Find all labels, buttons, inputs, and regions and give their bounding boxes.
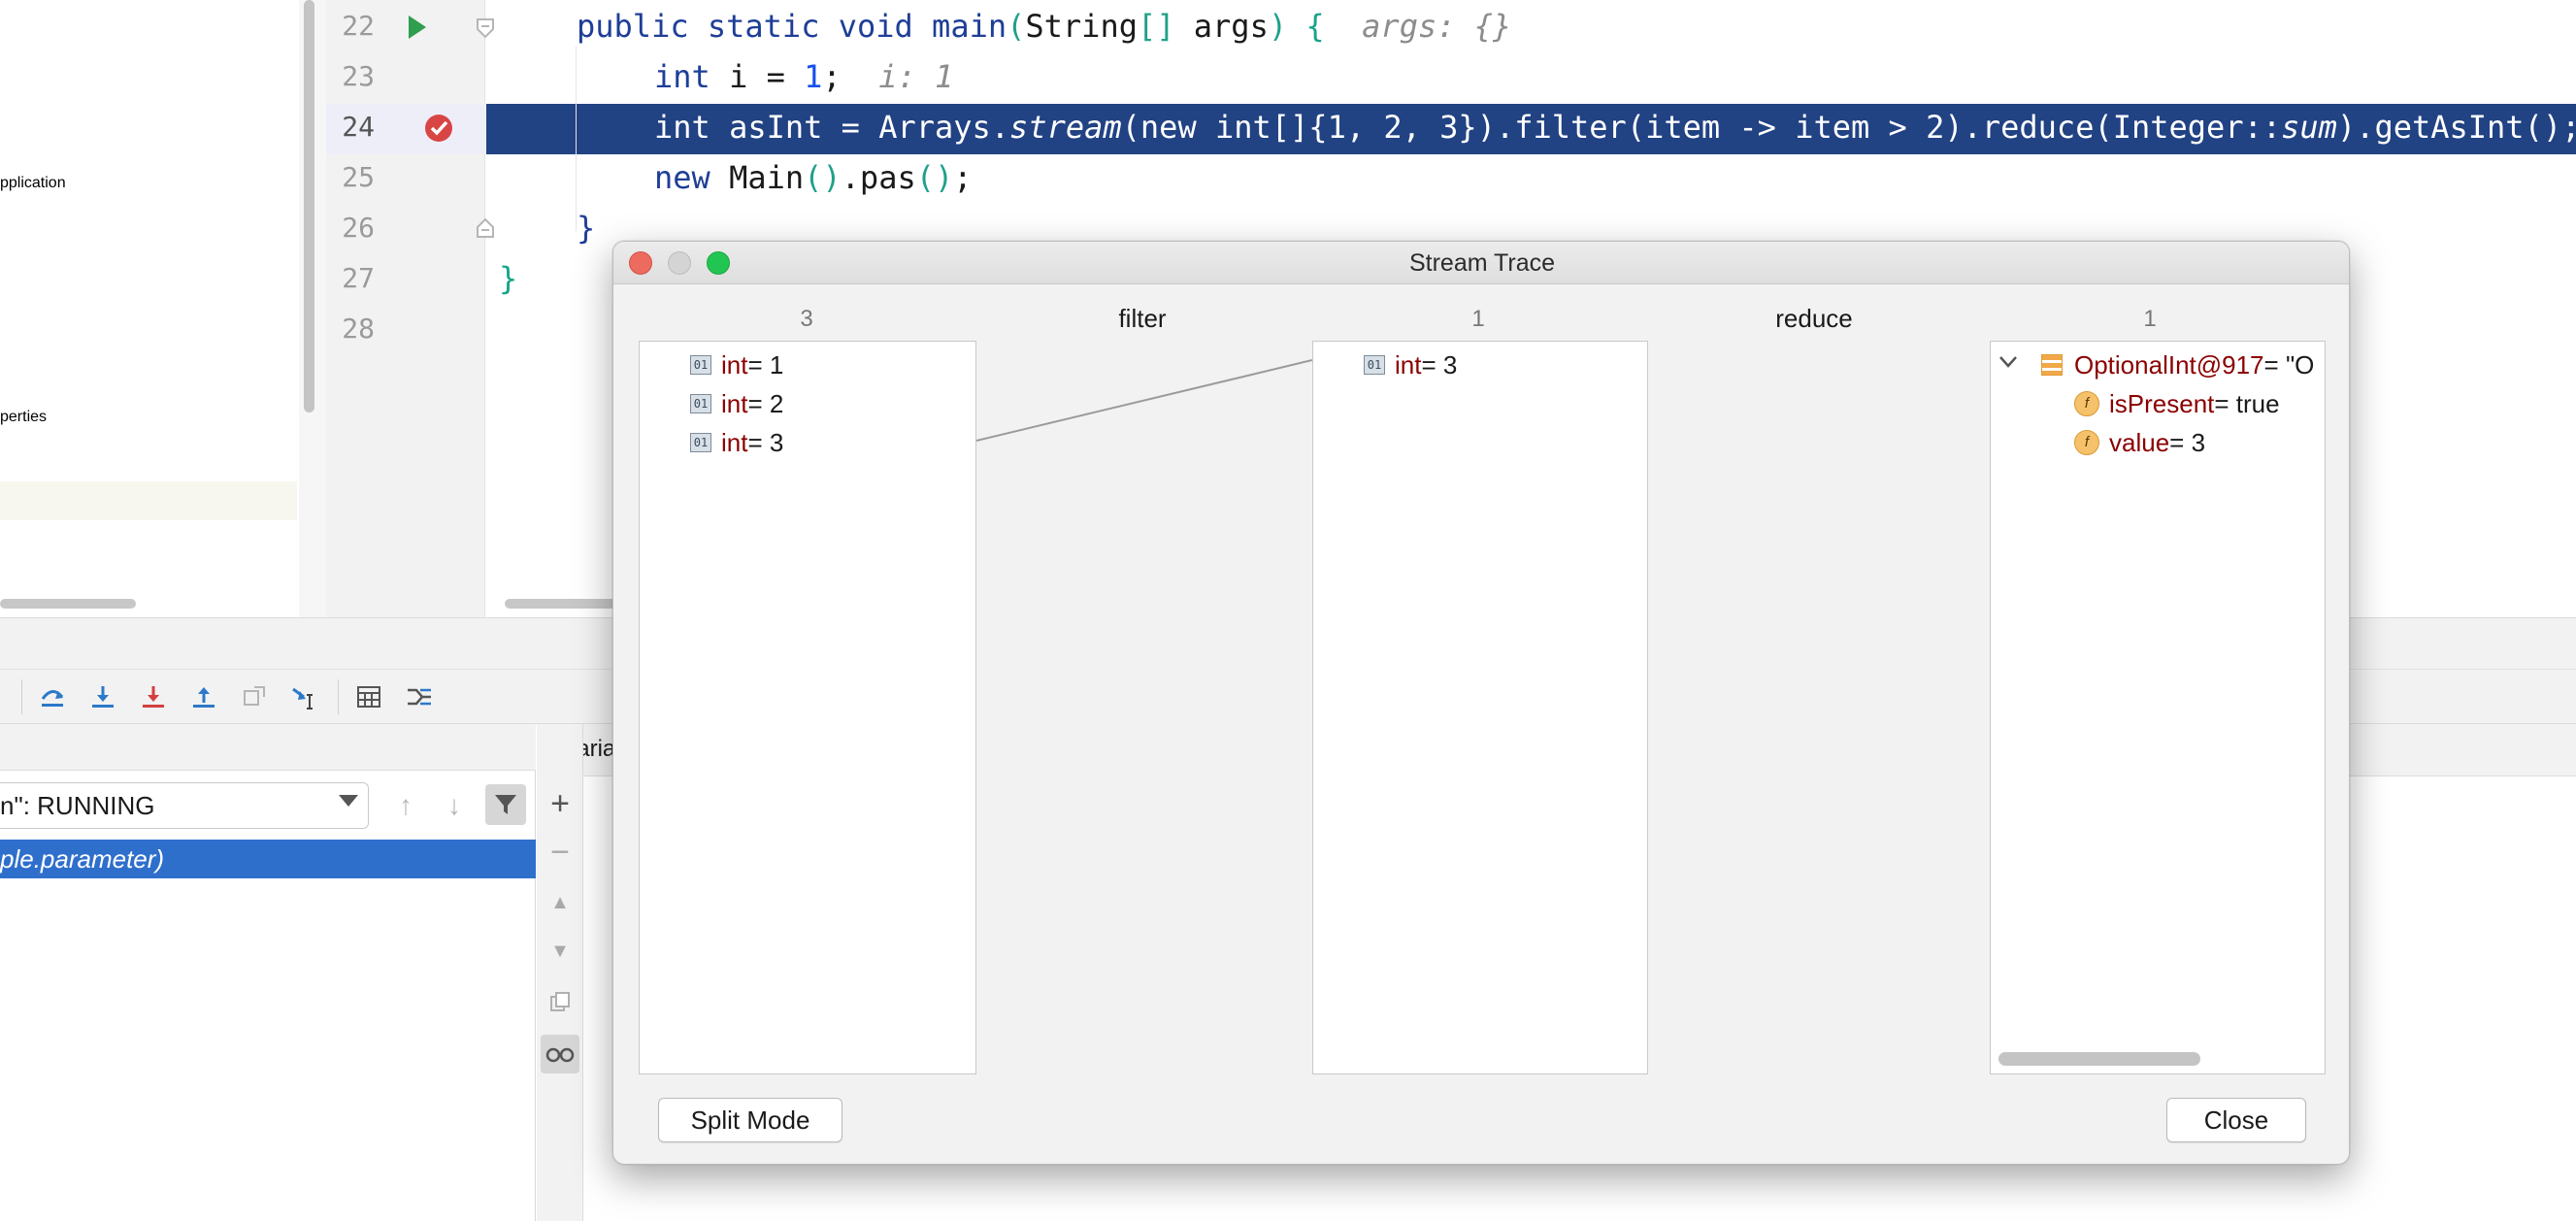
tree-vertical-scroll-thumb[interactable] [304, 0, 314, 412]
tree-node-field[interactable]: f value = 3 [2074, 427, 2205, 458]
source-count: 3 [800, 306, 813, 332]
selected-stack-frame[interactable]: ple.parameter) [0, 840, 536, 878]
line-number: 24 [342, 111, 375, 143]
line-number: 25 [342, 161, 375, 193]
move-up-icon[interactable]: ▲ [541, 883, 579, 922]
split-mode-button[interactable]: Split Mode [658, 1098, 842, 1142]
fold-icon[interactable] [476, 17, 495, 39]
code-line-26[interactable]: } [577, 210, 595, 247]
arrow-down-icon[interactable]: ↓ [435, 786, 474, 825]
filter-frames-button[interactable] [485, 784, 526, 825]
tree-horizontal-scroll-thumb[interactable] [0, 599, 136, 609]
inline-debug-value: i: 1 [841, 58, 954, 95]
list-item[interactable]: 01 int = 3 [1364, 349, 1457, 380]
list-item[interactable]: 01 int = 1 [690, 349, 783, 380]
code-line-25[interactable]: new Main().pas(); [654, 159, 973, 196]
editor-gutter [326, 0, 485, 617]
line-number: 22 [342, 10, 375, 42]
tree-item-properties[interactable]: perties [0, 409, 47, 426]
move-down-icon[interactable]: ▼ [541, 932, 579, 971]
result-panel[interactable]: OptionalInt@917 = "O f isPresent = true f… [1990, 341, 2326, 1074]
field-icon: f [2074, 430, 2099, 455]
primitive-type-icon: 01 [690, 433, 711, 452]
dialog-title: Stream Trace [1408, 249, 1556, 277]
tree-item-application[interactable]: pplication [0, 175, 66, 192]
primitive-type-icon: 01 [1364, 355, 1385, 375]
run-icon[interactable] [406, 14, 429, 41]
editor-horizontal-scroll-thumb[interactable] [505, 599, 621, 609]
primitive-type-icon: 01 [690, 394, 711, 413]
code-line-23[interactable]: int i = 1; i: 1 [654, 58, 953, 95]
remove-watch-icon[interactable]: − [541, 833, 579, 872]
close-button[interactable]: Close [2166, 1098, 2306, 1142]
operation-filter: filter [1118, 304, 1167, 333]
field-icon: f [2074, 391, 2099, 416]
stream-trace-dialog: Stream Trace 3 filter 1 reduce 1 01 int =… [612, 241, 2350, 1165]
filter-icon [495, 795, 516, 814]
window-zoom-button[interactable] [707, 251, 730, 275]
tree-node-root[interactable]: OptionalInt@917 = "O [2041, 349, 2314, 380]
chevron-down-icon[interactable] [1998, 355, 2018, 369]
inline-debug-value: args: {} [1324, 8, 1512, 45]
line-number: 27 [342, 262, 375, 294]
line-number: 23 [342, 60, 375, 92]
line-number: 28 [342, 313, 375, 345]
evaluate-expression-icon[interactable] [351, 679, 386, 714]
trace-connection-line [976, 359, 1312, 442]
result-horizontal-scroll-thumb[interactable] [1998, 1052, 2200, 1066]
force-step-into-icon[interactable] [136, 679, 171, 714]
add-watch-icon[interactable]: + [541, 784, 579, 823]
source-values-panel[interactable]: 01 int = 1 01 int = 2 01 int = 3 [639, 341, 976, 1074]
breakpoint-icon[interactable] [423, 113, 454, 144]
filtered-values-panel[interactable]: 01 int = 3 [1312, 341, 1648, 1074]
chevron-down-icon [339, 795, 358, 807]
code-line-27[interactable]: } [499, 260, 517, 297]
glasses-icon[interactable] [541, 1035, 579, 1073]
toolbar-separator [21, 679, 22, 714]
run-to-cursor-icon[interactable] [287, 679, 322, 714]
list-item[interactable]: 01 int = 2 [690, 388, 783, 419]
indent-guide [576, 47, 577, 231]
arrow-up-icon[interactable]: ↑ [386, 786, 425, 825]
trace-stream-icon[interactable] [402, 679, 437, 714]
tree-selected-row[interactable] [0, 481, 297, 520]
object-icon [2041, 354, 2063, 376]
step-out-icon[interactable] [186, 679, 221, 714]
code-line-22[interactable]: public static void main(String[] args) {… [577, 8, 1511, 45]
primitive-type-icon: 01 [690, 355, 711, 375]
step-over-icon[interactable] [35, 679, 70, 714]
code-line-24[interactable]: int asInt = Arrays.stream(new int[]{1, 2… [654, 109, 2576, 146]
tree-node-field[interactable]: f isPresent = true [2074, 388, 2280, 419]
window-close-button[interactable] [629, 251, 652, 275]
toolbar-separator [338, 679, 339, 714]
drop-frame-icon[interactable] [237, 679, 272, 714]
fold-icon[interactable] [476, 217, 495, 239]
operation-reduce: reduce [1775, 304, 1853, 333]
filter-count: 1 [1471, 306, 1485, 332]
thread-selector[interactable]: n": RUNNING [0, 782, 369, 829]
line-number: 26 [342, 212, 375, 244]
window-minimize-button[interactable] [668, 251, 691, 275]
copy-icon[interactable] [541, 982, 579, 1021]
step-into-icon[interactable] [85, 679, 120, 714]
result-count: 1 [2143, 306, 2157, 332]
frames-header [0, 724, 536, 771]
list-item[interactable]: 01 int = 3 [690, 427, 783, 458]
